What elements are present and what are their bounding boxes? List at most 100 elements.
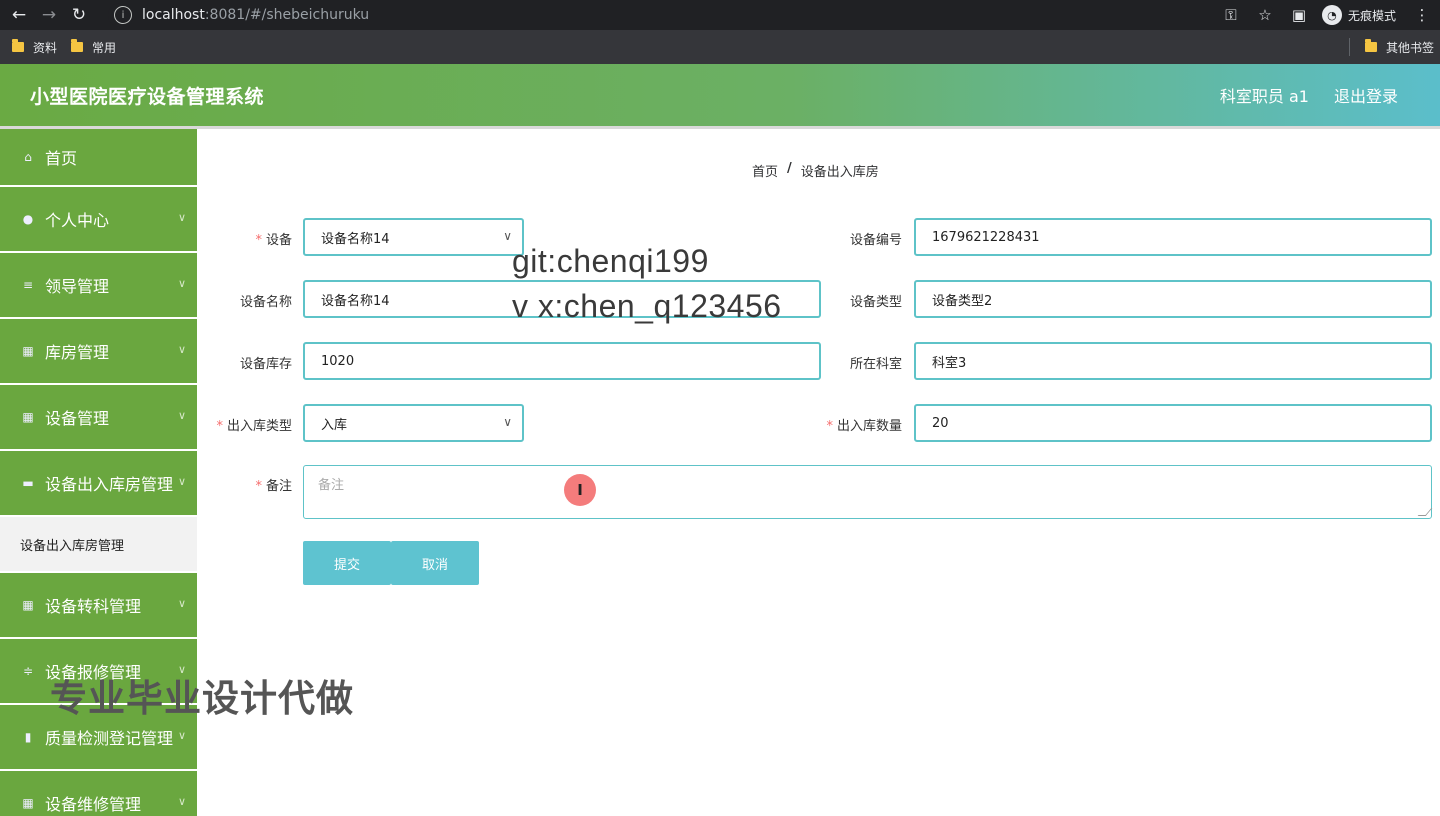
watermark-vx: v x:chen_q123456 [512,288,782,324]
chevron-down-icon: ∨ [177,597,186,610]
remark-textarea[interactable]: 备注 [303,465,1433,519]
more-menu-icon[interactable]: ⋮ [1410,0,1434,30]
chevron-down-icon: ∨ [177,475,186,488]
device-type-label: 设备类型 [849,295,902,310]
header-divider [0,126,1440,129]
current-user: 科室职员 a1 [1219,87,1309,106]
device-code-field[interactable]: 1679621228431 [914,218,1432,256]
dept-label: 所在科室 [849,357,902,372]
breadcrumb: 首页 / 设备出入库房 [752,161,879,180]
home-icon: ⌂ [24,150,32,164]
submit-button[interactable]: 提交 [303,541,391,585]
grid-icon: ▦ [22,344,34,358]
submenu-item-device-io[interactable]: 设备出入库房管理 [0,517,197,573]
chevron-down-icon: ∨ [503,229,512,243]
device-code-value: 1679621228431 [932,229,1040,245]
sidebar-item-transfer[interactable]: ▦ 设备转科管理 ∨ [0,573,197,639]
chevron-down-icon: ∨ [177,211,186,224]
incognito-badge[interactable]: ◔ 无痕模式 [1321,5,1396,25]
sidebar-item-label: 设备维修管理 [45,795,142,814]
resize-handle[interactable] [1417,508,1433,516]
watermark-git: git:chenqi199 [512,243,709,279]
breadcrumb-current: 设备出入库房 [800,165,879,180]
sidebar-item-label: 设备出入库房管理 [45,475,174,494]
apps-icon: ▦ [22,598,34,612]
device-select-value: 设备名称14 [321,231,390,247]
bookmarks-bar: 资料 常用 其他书签 [0,30,1440,64]
label-text: 出入库数量 [836,419,902,434]
remark-label: * 备注 [255,479,292,494]
device-select[interactable]: 设备名称14 ∨ [303,218,524,256]
bookmark-folder[interactable]: 资料 [12,39,57,56]
folder-icon [71,39,84,52]
logout-link[interactable]: 退出登录 [1334,83,1398,107]
io-type-label: * 出入库类型 [216,419,292,434]
io-qty-field[interactable]: 20 [914,404,1432,442]
other-bookmarks[interactable]: 其他书签 [1364,30,1434,64]
sidebar-item-devices[interactable]: ▦ 设备管理 ∨ [0,385,197,451]
io-qty-label: * 出入库数量 [826,419,902,434]
watermark-ad: 专业毕业设计代做 [50,677,354,720]
bookmark-label: 资料 [33,40,58,55]
back-icon[interactable]: ← [4,0,34,30]
label-text: 出入库类型 [226,419,292,434]
io-type-value: 入库 [321,417,348,433]
chevron-down-icon: ∨ [177,795,186,808]
reload-icon[interactable]: ↻ [64,0,94,30]
chevron-down-icon: ∨ [177,277,186,290]
device-type-value: 设备类型2 [932,293,993,309]
cabinet-icon: ▬ [22,476,34,490]
device-code-label: 设备编号 [849,233,902,248]
url-host: localhost [142,7,205,23]
io-type-select[interactable]: 入库 ∨ [303,404,524,442]
device-type-field[interactable]: 设备类型2 [914,280,1432,318]
chevron-down-icon: ∨ [503,415,512,429]
sidebar-item-label: 设备管理 [45,409,110,428]
app-title: 小型医院医疗设备管理系统 [30,85,265,108]
incognito-label: 无痕模式 [1347,8,1396,23]
sidebar-item-label: 质量检测登记管理 [45,729,174,748]
star-icon[interactable]: ☆ [1248,0,1282,30]
stock-field[interactable]: 1020 [303,342,821,380]
stock-label: 设备库存 [239,357,292,372]
incognito-icon: ◔ [1321,5,1342,25]
url-path: :8081/#/shebeichuruku [204,7,370,23]
sidebar-item-maintenance[interactable]: ▦ 设备维修管理 ∨ [0,771,197,816]
text-cursor-icon: I [564,474,596,506]
list-icon: ≡ [22,278,34,292]
chevron-down-icon: ∨ [177,409,186,422]
site-info-icon[interactable]: i [114,6,132,24]
sidebar-item-home[interactable]: ⌂ 首页 [0,129,197,187]
device-name-label: 设备名称 [239,295,292,310]
device-label: * 设备 [255,233,292,248]
stock-value: 1020 [321,353,355,369]
sidebar-item-label: 领导管理 [45,277,110,296]
bookmark-label: 其他书签 [1385,40,1434,55]
bookmark-divider [1349,38,1350,56]
chevron-down-icon: ∨ [177,729,186,742]
label-text: 设备 [265,233,292,248]
bookmark-label: 常用 [92,40,117,55]
sidebar-item-storeroom[interactable]: ▦ 库房管理 ∨ [0,319,197,385]
sidebar-item-profile[interactable]: ● 个人中心 ∨ [0,187,197,253]
sidepanel-icon[interactable]: ▣ [1282,0,1316,30]
sidebar-item-leaders[interactable]: ≡ 领导管理 ∨ [0,253,197,319]
bookmark-folder[interactable]: 常用 [71,39,116,56]
device-name-value: 设备名称14 [321,293,390,309]
dept-value: 科室3 [932,355,967,371]
sidebar-item-device-io[interactable]: ▬ 设备出入库房管理 ∨ [0,451,197,517]
cancel-button[interactable]: 取消 [391,541,479,585]
browser-toolbar: ← → ↻ i localhost:8081/#/shebeichuruku ⚿… [0,0,1440,30]
bar-chart-icon: ▮ [24,730,32,744]
sidebar-item-label: 库房管理 [45,343,110,362]
sidebar-item-label: 首页 [45,149,78,168]
chevron-down-icon: ∨ [177,343,186,356]
address-bar[interactable]: i localhost:8081/#/shebeichuruku [108,3,1274,27]
key-icon[interactable]: ⚿ [1214,0,1248,30]
dept-field[interactable]: 科室3 [914,342,1432,380]
app-header: 小型医院医疗设备管理系统 科室职员 a1 退出登录 [0,64,1440,126]
forward-icon[interactable]: → [34,0,64,30]
breadcrumb-home[interactable]: 首页 [752,161,778,180]
apps-icon: ▦ [22,796,34,810]
folder-icon [1364,39,1377,52]
